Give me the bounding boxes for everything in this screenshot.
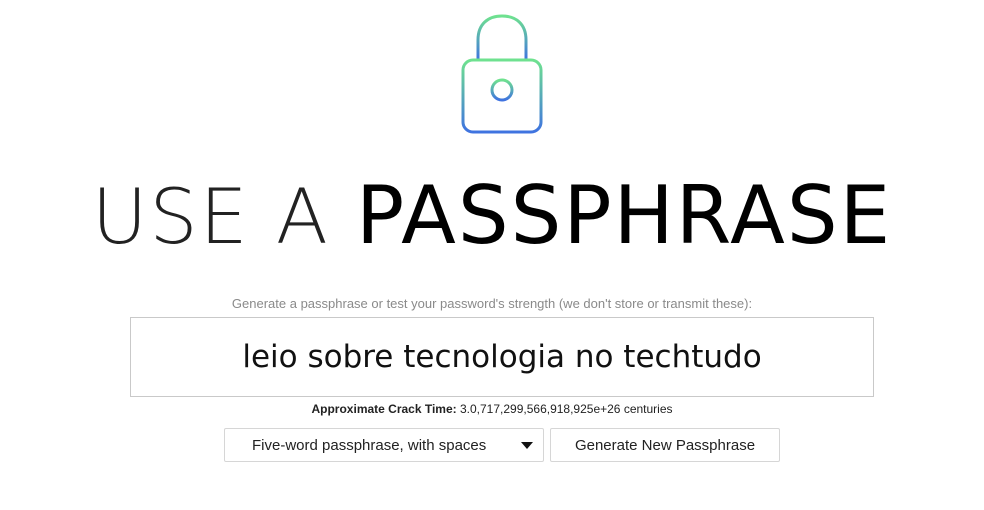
page-title: USE A PASSPHRASE [0,172,984,261]
title-bold: PASSPHRASE [355,169,893,262]
passphrase-type-select[interactable]: Five-word passphrase, with spaces [224,428,544,462]
crack-time: Approximate Crack Time: 3.0,717,299,566,… [0,402,984,416]
passphrase-type-value: Five-word passphrase, with spaces [252,436,487,454]
instruction-text: Generate a passphrase or test your passw… [231,296,753,311]
chevron-down-icon [521,442,533,449]
crack-time-value: 3.0,717,299,566,918,925e+26 centuries [456,402,673,416]
passphrase-input[interactable]: leio sobre tecnologia no techtudo [130,317,874,397]
title-light: USE A [91,172,356,261]
generate-passphrase-button[interactable]: Generate New Passphrase [550,428,780,462]
crack-time-label: Approximate Crack Time: [311,402,457,416]
lock-icon [452,10,552,136]
